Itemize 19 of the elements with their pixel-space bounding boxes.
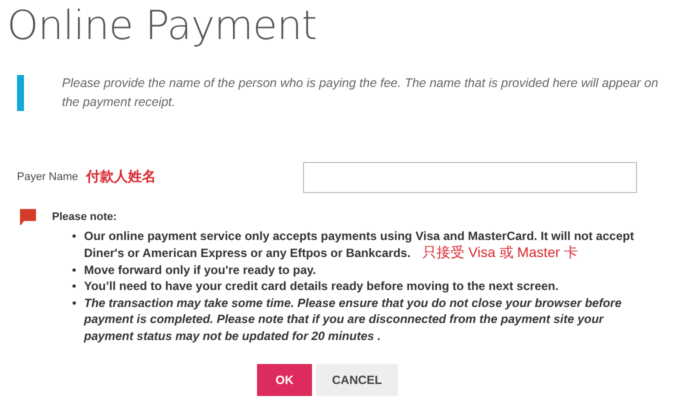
annotation: 只接受 Visa 或 Master 卡: [422, 244, 578, 260]
flag-icon: [20, 209, 36, 226]
note-text: Move forward only if you're ready to pay.: [84, 262, 316, 278]
note-text: You’ll need to have your credit card details ready before moving to the next screen.: [84, 278, 559, 294]
note-text: Our online payment service only accepts payments using Visa and MasterCard. It will not accept Diner's or American Express or any Eftpos or Bankcards. 只接受 Visa 或 Master 卡: [84, 228, 635, 262]
payer-name-input[interactable]: [303, 162, 637, 193]
ok-button[interactable]: OK: [257, 364, 312, 396]
note-heading: Please note:: [52, 210, 117, 225]
cancel-button[interactable]: CANCEL: [316, 364, 398, 396]
bullet: •: [72, 294, 78, 312]
page-title: Online Payment: [7, 2, 318, 51]
field-label: Payer Name: [17, 170, 78, 186]
bullet: •: [72, 228, 78, 244]
bullet: •: [72, 262, 78, 278]
accent-bar: [17, 75, 24, 111]
intro-text: Please provide the name of the person who is paying the fee. The name that is provided here will appear on the payment receipt.: [62, 75, 660, 111]
annotation: 付款人姓名: [86, 168, 156, 187]
note-text: The transaction may take some time. Please ensure that you do not close your browser before payment is completed. Please note that if you are disconnected from the payment site your payment status may not be updated for 20 minutes .: [84, 294, 622, 344]
bullet: •: [72, 278, 78, 294]
